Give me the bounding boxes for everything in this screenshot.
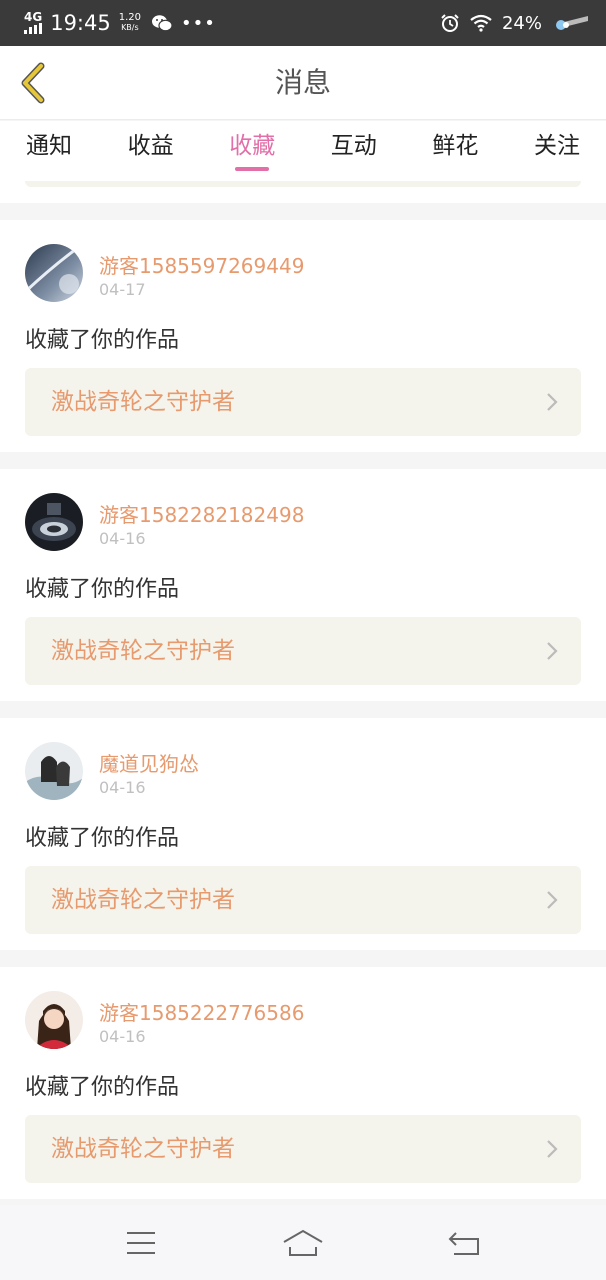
home-icon	[283, 1229, 323, 1256]
work-link[interactable]: 激战奇轮之守护者	[25, 617, 581, 685]
action-text: 收藏了你的作品	[25, 826, 180, 851]
message-date: 04-16	[99, 1027, 146, 1046]
network-type: 4G	[24, 10, 43, 24]
avatar-dark-icon[interactable]	[25, 493, 83, 551]
tab-favorites[interactable]: 收藏	[227, 121, 277, 181]
message-card: 游客1585222776586 04-16 收藏了你的作品 激战奇轮之守护者	[0, 967, 606, 1199]
battery-percent: 24%	[501, 12, 542, 34]
tab-earnings[interactable]: 收益	[126, 121, 176, 181]
menu-button[interactable]	[111, 1223, 171, 1263]
previous-card-tail	[0, 181, 606, 203]
message-date: 04-16	[99, 529, 146, 548]
message-date: 04-16	[99, 778, 146, 797]
more-dots-icon: •••	[181, 12, 216, 34]
wechat-icon	[152, 15, 173, 32]
username[interactable]: 游客1585222776586	[99, 997, 304, 1026]
username[interactable]: 游客1585597269449	[99, 250, 304, 279]
action-text: 收藏了你的作品	[25, 577, 180, 602]
tab-flowers[interactable]: 鲜花	[430, 121, 480, 181]
tab-interactions[interactable]: 互动	[329, 121, 379, 181]
status-left: 4G 19:45 1.20 KB/s •••	[24, 11, 216, 35]
tab-notifications[interactable]: 通知	[24, 121, 74, 181]
network-speed: 1.20 KB/s	[119, 13, 141, 33]
work-title: 激战奇轮之守护者	[51, 1136, 235, 1162]
chevron-right-icon	[547, 642, 558, 660]
work-title: 激战奇轮之守护者	[51, 887, 235, 913]
message-date: 04-17	[99, 280, 146, 299]
message-list[interactable]: 游客1585597269449 04-17 收藏了你的作品 激战奇轮之守护者 游…	[0, 181, 606, 1205]
avatar-girl-icon[interactable]	[25, 991, 83, 1049]
tab-following[interactable]: 关注	[532, 121, 582, 181]
work-link[interactable]: 激战奇轮之守护者	[25, 368, 581, 436]
username[interactable]: 魔道见狗怂	[99, 748, 199, 777]
action-text: 收藏了你的作品	[25, 328, 180, 353]
message-card: 游客1585597269449 04-17 收藏了你的作品 激战奇轮之守护者	[0, 220, 606, 452]
work-link[interactable]: 激战奇轮之守护者	[25, 866, 581, 934]
page-title: 消息	[274, 66, 331, 99]
chevron-right-icon	[547, 393, 558, 411]
work-link[interactable]: 激战奇轮之守护者	[25, 1115, 581, 1183]
avatar-sky-icon[interactable]	[25, 244, 83, 302]
signal-icon: 4G	[24, 10, 43, 34]
back-button[interactable]	[12, 60, 52, 106]
speed-value: 1.20	[118, 12, 141, 23]
tab-bar: 通知 收益 收藏 互动 鲜花 关注	[0, 121, 606, 181]
username[interactable]: 游客1582282182498	[99, 499, 304, 528]
back-icon	[448, 1231, 479, 1255]
chevron-right-icon	[547, 1140, 558, 1158]
chevron-right-icon	[547, 891, 558, 909]
home-button[interactable]	[273, 1223, 333, 1263]
menu-icon	[127, 1231, 155, 1254]
status-time: 19:45	[50, 11, 111, 35]
speed-unit: KB/s	[121, 23, 139, 32]
weather-icon	[556, 16, 588, 30]
message-card: 游客1582282182498 04-16 收藏了你的作品 激战奇轮之守护者	[0, 469, 606, 701]
status-bar: 4G 19:45 1.20 KB/s ••• 24%	[0, 0, 606, 46]
wifi-icon	[470, 14, 492, 32]
chevron-left-icon	[21, 62, 45, 104]
action-text: 收藏了你的作品	[25, 1075, 180, 1100]
work-title: 激战奇轮之守护者	[51, 389, 235, 415]
system-nav-bar	[0, 1205, 606, 1280]
avatar-anime-icon[interactable]	[25, 742, 83, 800]
back-nav-button[interactable]	[435, 1223, 495, 1263]
message-card: 魔道见狗怂 04-16 收藏了你的作品 激战奇轮之守护者	[0, 718, 606, 950]
status-right: 24%	[440, 13, 592, 34]
header: 消息	[0, 46, 606, 120]
work-title: 激战奇轮之守护者	[51, 638, 235, 664]
alarm-icon	[441, 14, 459, 32]
